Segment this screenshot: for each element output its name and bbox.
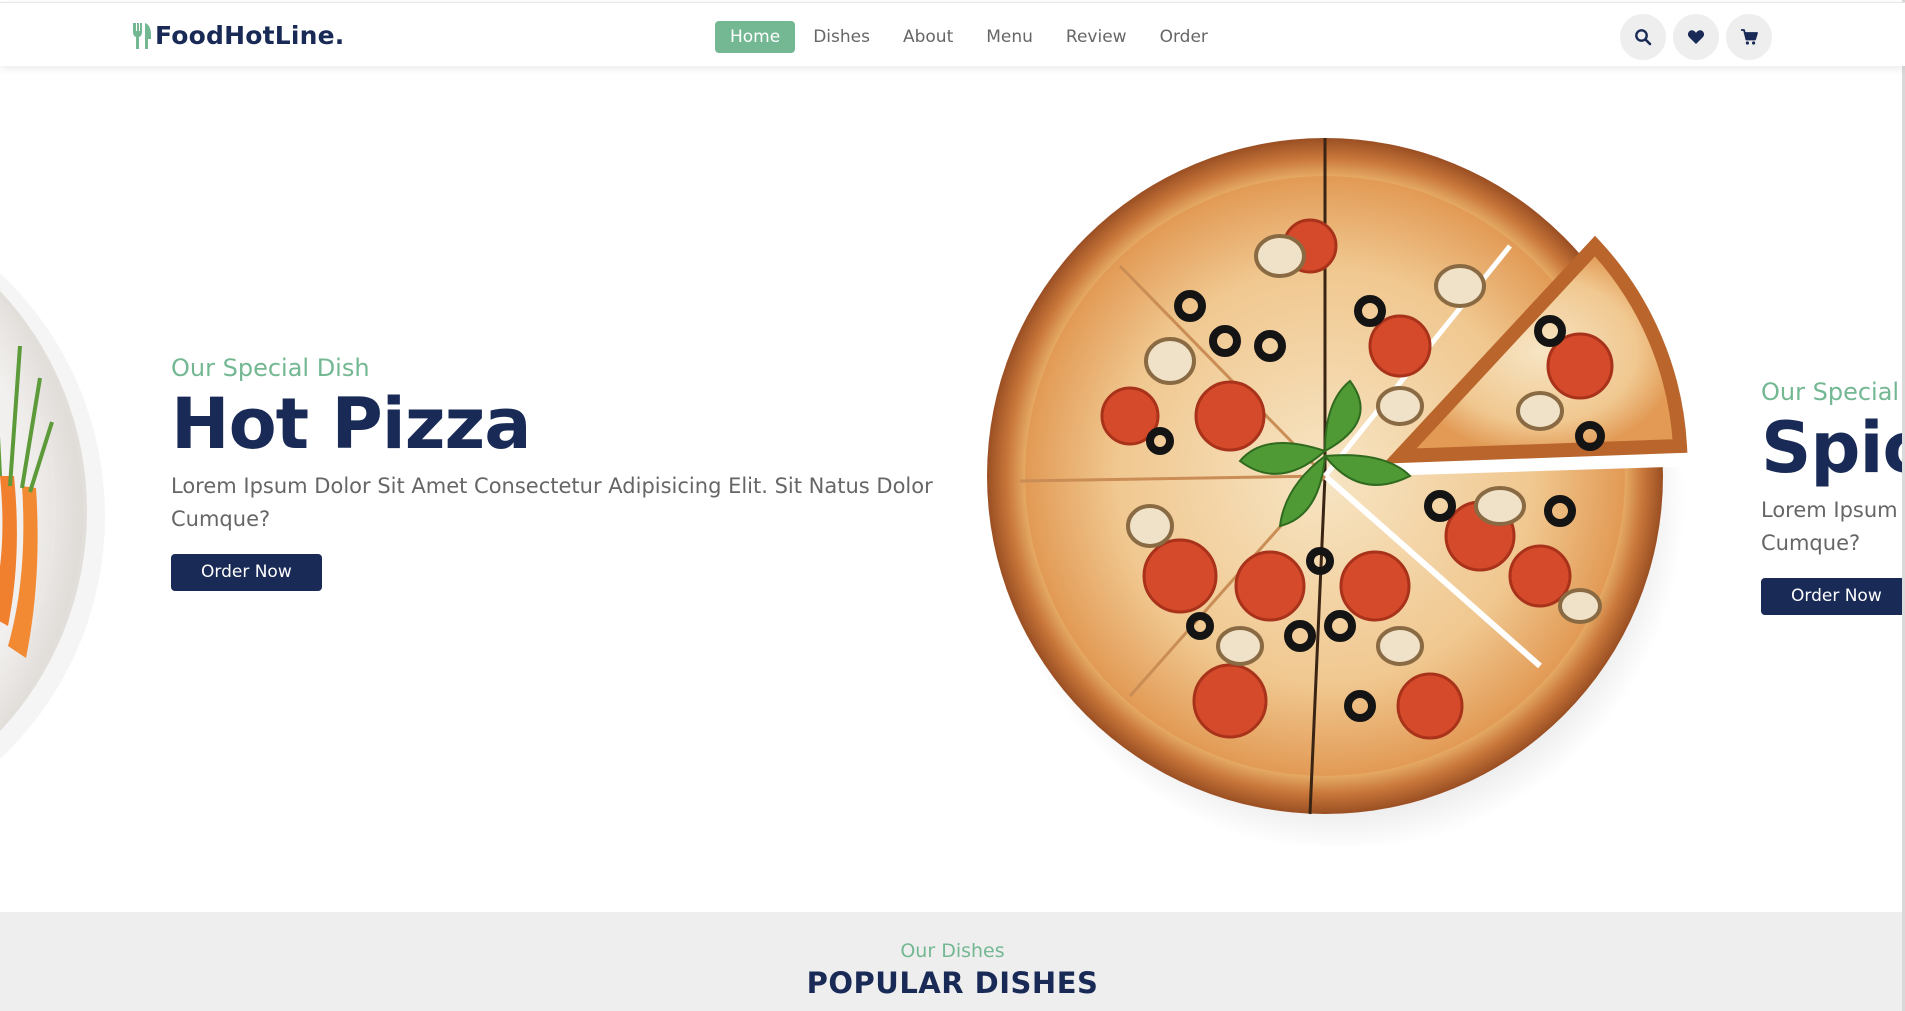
order-now-button[interactable]: Order Now <box>171 554 322 591</box>
cart-button[interactable] <box>1726 14 1772 60</box>
hero-subtitle: Our Special Dish <box>171 354 370 382</box>
popular-subtitle: Our Dishes <box>900 940 1005 962</box>
nav-dishes[interactable]: Dishes <box>798 21 885 53</box>
nav-menu[interactable]: Menu <box>971 21 1048 53</box>
hero-description: Lorem Ipsum Dolor Sit Amet Consectetur A… <box>171 474 933 531</box>
next-order-now-button[interactable]: Order Now <box>1761 578 1905 615</box>
site-header: FoodHotLine. Home Dishes About Menu Revi… <box>0 2 1905 66</box>
brand-name: FoodHotLine. <box>155 21 345 50</box>
hero-slider: Our Special Dish Hot Pizza Lorem Ipsum D… <box>0 66 1905 912</box>
search-button[interactable] <box>1620 14 1666 60</box>
nav-about[interactable]: About <box>888 21 968 53</box>
next-hero-subtitle: Our Special <box>1761 378 1900 406</box>
wishlist-button[interactable] <box>1673 14 1719 60</box>
next-hero-title: Spic <box>1761 407 1905 489</box>
hero-slide-current: Our Special Dish Hot Pizza Lorem Ipsum D… <box>171 354 951 591</box>
vegetable-plate-image <box>0 273 105 759</box>
hero-title: Hot Pizza <box>171 383 532 465</box>
utensils-icon <box>133 22 151 49</box>
main-nav: Home Dishes About Menu Review Order <box>715 21 1226 53</box>
next-hero-description: Lorem Ipsum Cumque? <box>1761 498 1898 555</box>
popular-dishes-section: Our Dishes POPULAR DISHES <box>0 912 1905 1011</box>
logo[interactable]: FoodHotLine. <box>131 21 345 50</box>
search-icon <box>1635 29 1652 46</box>
header-icons <box>1620 14 1779 60</box>
pizza-image <box>987 138 1700 846</box>
heart-icon <box>1687 30 1705 44</box>
hero-slide-next: Our Special Spic Lorem Ipsum Cumque? Ord… <box>1761 378 1905 615</box>
nav-review[interactable]: Review <box>1051 21 1142 53</box>
nav-order[interactable]: Order <box>1145 21 1223 53</box>
nav-home[interactable]: Home <box>715 21 796 53</box>
cart-icon <box>1741 29 1758 45</box>
popular-title: POPULAR DISHES <box>806 966 1099 1000</box>
